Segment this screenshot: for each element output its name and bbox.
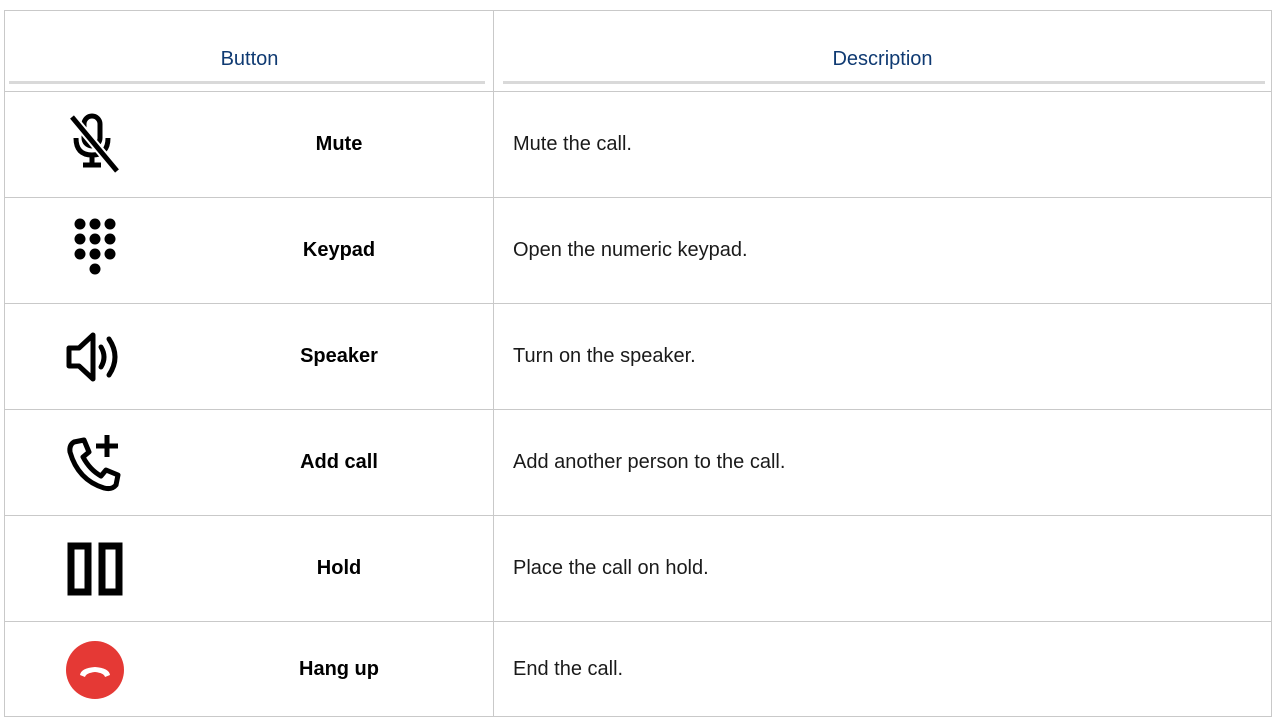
call-buttons-table: Button Description Mute Mute the call. K… <box>4 10 1272 717</box>
add-call-icon <box>5 410 185 515</box>
button-description: Add another person to the call. <box>513 451 786 473</box>
button-description: Mute the call. <box>513 133 632 155</box>
table-row: Hang up End the call. <box>5 622 1271 717</box>
button-name: Mute <box>315 133 363 155</box>
table-row: Mute Mute the call. <box>5 92 1271 197</box>
button-name: Speaker <box>300 345 378 367</box>
button-name: Hang up <box>299 658 379 680</box>
button-description: Open the numeric keypad. <box>513 239 748 261</box>
pause-icon <box>5 516 185 621</box>
header-button: Button <box>220 48 279 70</box>
button-description: Turn on the speaker. <box>513 345 696 367</box>
mic-off-icon <box>5 92 185 197</box>
hang-up-icon <box>5 622 185 717</box>
header-underline-button <box>9 81 485 84</box>
header-underline-description <box>503 81 1265 84</box>
table-row: Add call Add another person to the call. <box>5 410 1271 515</box>
table-row: Speaker Turn on the speaker. <box>5 304 1271 409</box>
button-name: Add call <box>300 451 378 473</box>
speaker-icon <box>5 304 185 409</box>
button-name: Hold <box>316 557 362 579</box>
button-name: Keypad <box>302 239 376 261</box>
header-description: Description <box>832 48 933 70</box>
table-header-row: Button Description <box>5 11 1271 84</box>
table-row: Keypad Open the numeric keypad. <box>5 198 1271 303</box>
button-description: End the call. <box>513 658 624 680</box>
button-description: Place the call on hold. <box>513 557 709 579</box>
keypad-icon <box>5 198 185 303</box>
table-row: Hold Place the call on hold. <box>5 516 1271 621</box>
